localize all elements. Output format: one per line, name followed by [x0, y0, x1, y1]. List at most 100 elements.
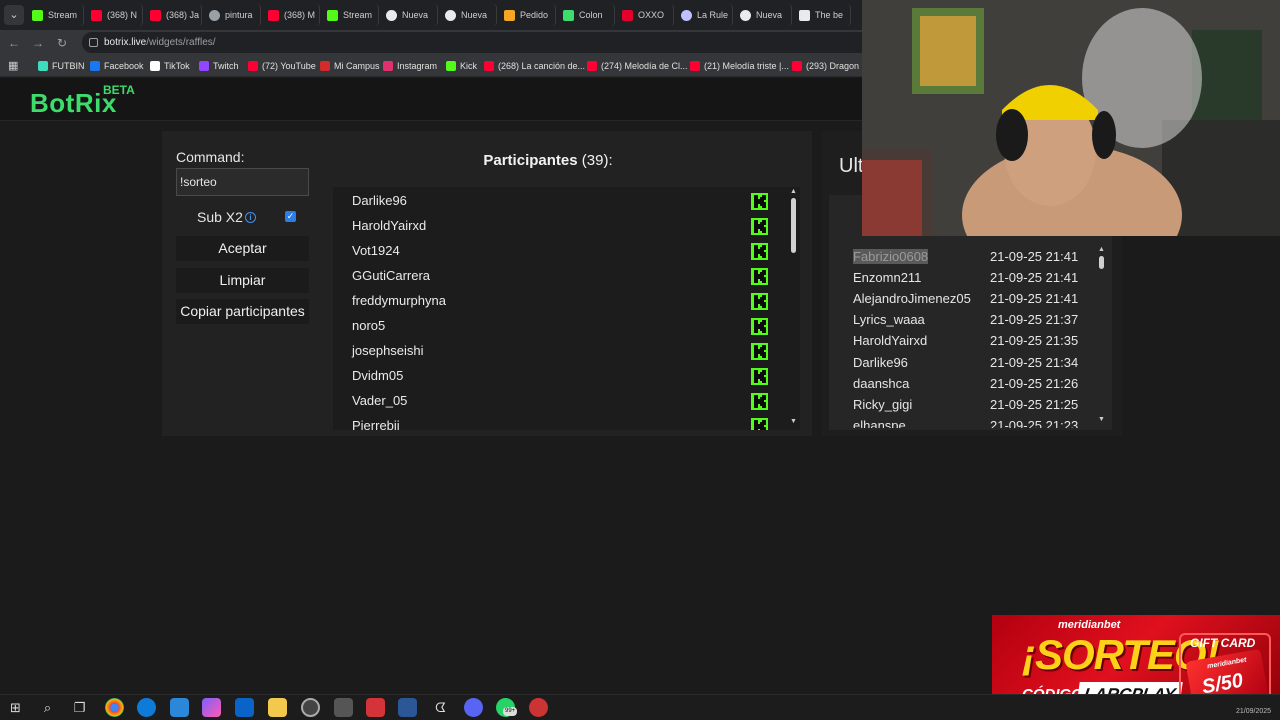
winners-scroll-up-arrow-icon[interactable]: ▲	[1096, 245, 1107, 255]
copilot-icon[interactable]	[202, 698, 221, 717]
participant-row[interactable]: HaroldYairxd	[333, 214, 768, 239]
bookmark-item[interactable]: Kick	[446, 59, 477, 73]
participant-name: Darlike96	[352, 193, 407, 208]
browser-tab[interactable]: Nueva	[382, 4, 438, 26]
scroll-down-arrow-icon[interactable]: ▼	[788, 417, 799, 427]
winner-time: 21-09-25 21:41	[990, 291, 1079, 307]
participant-row[interactable]: Darlike96	[333, 189, 768, 214]
participants-scroll-thumb[interactable]	[791, 198, 796, 253]
bookmark-item[interactable]: Mi Campus	[320, 59, 380, 73]
browser-tab[interactable]: The be	[795, 4, 851, 26]
discord-icon[interactable]	[464, 698, 483, 717]
sub-x2-checkbox[interactable]: ✓	[285, 211, 296, 222]
bookmark-item[interactable]: (274) Melodía de Cl...	[587, 59, 688, 73]
participant-row[interactable]: Pierrebii	[333, 414, 768, 430]
tray-app-icon[interactable]	[529, 698, 548, 717]
reload-icon[interactable]: ↻	[54, 35, 70, 51]
back-arrow-icon[interactable]: ←	[6, 35, 22, 51]
forward-arrow-icon[interactable]: →	[30, 35, 46, 51]
obs-icon[interactable]	[301, 698, 320, 717]
browser-tab[interactable]: Nueva	[736, 4, 792, 26]
bookmark-item[interactable]: (21) Melodía triste |...	[690, 59, 789, 73]
bookmark-item[interactable]: (72) YouTube	[248, 59, 316, 73]
winner-row[interactable]: Darlike96 21-09-25 21:34	[853, 355, 1093, 376]
tab-label: La Rule	[697, 10, 729, 20]
address-bar[interactable]: botrix.live/widgets/raffles/	[82, 32, 872, 53]
windows-start-icon[interactable]: ⊞	[6, 698, 25, 717]
bookmark-label: (274) Melodía de Cl...	[601, 61, 688, 71]
search-icon[interactable]: ⌕	[38, 698, 57, 717]
browser-tab[interactable]: Pedido	[500, 4, 556, 26]
participant-row[interactable]: Vot1924	[333, 239, 768, 264]
participant-row[interactable]: josephseishi	[333, 339, 768, 364]
task-view-icon[interactable]: ❐	[70, 698, 89, 717]
winner-row[interactable]: HaroldYairxd 21-09-25 21:35	[853, 333, 1093, 354]
bookmark-item[interactable]: FUTBIN	[38, 59, 85, 73]
edge-icon[interactable]	[137, 698, 156, 717]
bookmark-item[interactable]: (293) Dragon Ba	[792, 59, 873, 73]
game-app-icon[interactable]	[334, 698, 353, 717]
winner-row[interactable]: Lyrics_waaa 21-09-25 21:37	[853, 312, 1093, 333]
browser-tab[interactable]: (368) N	[87, 4, 143, 26]
oxxo-icon	[622, 9, 633, 21]
url-host: botrix.live	[104, 37, 147, 48]
bookmark-item[interactable]: Facebook	[90, 59, 144, 73]
site-info-icon[interactable]	[89, 38, 98, 47]
participant-row[interactable]: Vader_05	[333, 389, 768, 414]
participant-row[interactable]: GGutiCarrera	[333, 264, 768, 289]
word-icon[interactable]	[398, 698, 417, 717]
winner-row[interactable]: AlejandroJimenez05 21-09-25 21:41	[853, 291, 1093, 312]
browser-tab[interactable]: pintura	[205, 4, 261, 26]
browser-tab[interactable]: OXXO	[618, 4, 674, 26]
winner-row[interactable]: Enzomn211 21-09-25 21:41	[853, 270, 1093, 291]
winner-row[interactable]: Fabrizio0608 21-09-25 21:41	[853, 249, 1093, 270]
media-app-icon[interactable]	[366, 698, 385, 717]
tab-label: pintura	[225, 10, 253, 20]
bookmark-item[interactable]: Twitch	[199, 59, 239, 73]
url-path: /widgets/raffles/	[146, 37, 216, 48]
winner-row[interactable]: daanshca 21-09-25 21:26	[853, 376, 1093, 397]
bookmark-item[interactable]: TikTok	[150, 59, 190, 73]
store-icon[interactable]	[170, 698, 189, 717]
youtube-icon	[91, 9, 102, 21]
youtube-icon	[484, 61, 494, 71]
outlook-icon[interactable]	[235, 698, 254, 717]
browser-tab[interactable]: Colon	[559, 4, 615, 26]
capcut-icon[interactable]: ᗧ	[431, 698, 450, 717]
info-icon[interactable]: i	[245, 212, 256, 223]
chrome-icon	[740, 9, 751, 21]
bookmark-item[interactable]: Instagram	[383, 59, 437, 73]
participant-row[interactable]: freddymurphyna	[333, 289, 768, 314]
winner-time: 21-09-25 21:41	[990, 270, 1079, 286]
copy-participants-button[interactable]: Copiar participantes	[176, 299, 309, 324]
tiktok-icon	[150, 61, 160, 71]
browser-tab[interactable]: (368) M	[264, 4, 320, 26]
winners-scroll-down-arrow-icon[interactable]: ▼	[1096, 415, 1107, 425]
browser-tab[interactable]: Stream	[28, 4, 84, 26]
winners-scroll-thumb[interactable]	[1099, 256, 1104, 269]
tab-label: OXXO	[638, 10, 665, 20]
participant-row[interactable]: noro5	[333, 314, 768, 339]
winner-row[interactable]: elhanspe 21-09-25 21:23	[853, 418, 1093, 428]
chrome-icon[interactable]	[105, 698, 124, 717]
participant-row[interactable]: Dvidm05	[333, 364, 768, 389]
bookmark-item[interactable]: (268) La canción de...	[484, 59, 585, 73]
browser-tab[interactable]: (368) Ja	[146, 4, 202, 26]
scroll-up-arrow-icon[interactable]: ▲	[788, 187, 799, 197]
winner-row[interactable]: Ricky_gigi 21-09-25 21:25	[853, 397, 1093, 418]
clear-button[interactable]: Limpiar	[176, 268, 309, 293]
accept-button[interactable]: Aceptar	[176, 236, 309, 261]
file-explorer-icon[interactable]	[268, 698, 287, 717]
participants-list[interactable]: Darlike96 HaroldYairxd Vot1924 GGutiCarrera…	[333, 187, 800, 430]
tab-search-chevron-icon[interactable]: ⌄	[4, 5, 24, 25]
participants-title: Participantes	[483, 152, 578, 169]
youtube-icon	[268, 9, 279, 21]
browser-tab[interactable]: Stream	[323, 4, 379, 26]
command-input[interactable]: !sorteo	[176, 168, 309, 196]
apps-grid-icon[interactable]: ▦	[8, 60, 20, 72]
youtube-icon	[587, 61, 597, 71]
browser-tab[interactable]: La Rule	[677, 4, 733, 26]
kick-platform-icon	[751, 343, 768, 360]
notification-badge: 99+	[503, 707, 518, 716]
browser-tab[interactable]: Nueva	[441, 4, 497, 26]
